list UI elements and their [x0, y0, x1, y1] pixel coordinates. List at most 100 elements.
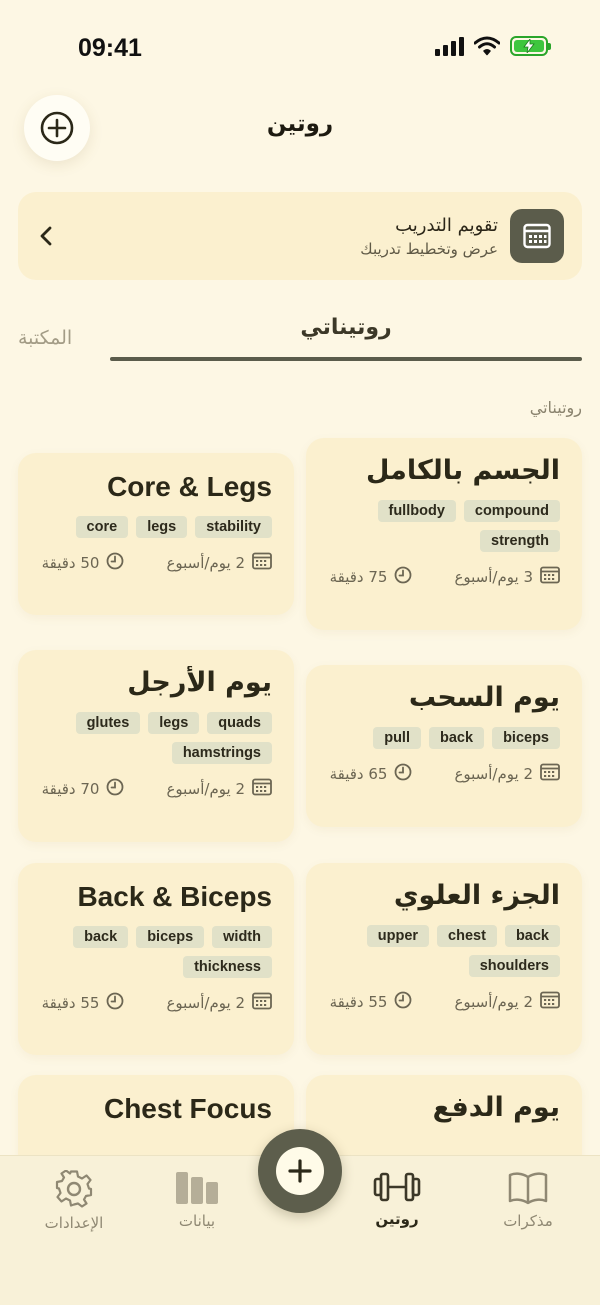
duration-text: 65 دقيقة — [329, 764, 388, 783]
routine-tag: strength — [480, 529, 560, 552]
calendar-icon — [252, 992, 272, 1014]
chevron-left-icon — [34, 226, 58, 246]
tab-my-routines[interactable]: روتيناتي — [110, 315, 582, 340]
plus-icon — [288, 1159, 312, 1183]
routine-meta: 2 يوم/أسبوع 70 دقيقة — [40, 778, 272, 800]
tag-list: width biceps back thickness — [40, 926, 272, 978]
routine-meta: 2 يوم/أسبوع 50 دقيقة — [40, 552, 272, 574]
frequency-text: 3 يوم/أسبوع — [454, 567, 533, 586]
cellular-signal-icon — [435, 36, 464, 56]
active-tab-indicator — [110, 357, 582, 361]
section-label: روتيناتي — [529, 398, 582, 417]
routine-tag: biceps — [492, 726, 560, 749]
frequency: 2 يوم/أسبوع — [454, 991, 560, 1013]
routine-tag: back — [504, 924, 560, 947]
wifi-icon — [474, 36, 500, 56]
routine-tag: legs — [148, 711, 200, 734]
routine-tag: fullbody — [377, 499, 456, 522]
duration-text: 55 دقيقة — [41, 994, 100, 1012]
clock-icon — [106, 992, 124, 1014]
nav-label-stats: بيانات — [178, 1212, 216, 1230]
clock-icon — [394, 566, 412, 588]
routine-tag: glutes — [75, 711, 141, 734]
clock-icon — [394, 991, 412, 1013]
bar-chart-icon — [176, 1172, 218, 1204]
frequency-text: 2 يوم/أسبوع — [166, 779, 245, 798]
frequency: 2 يوم/أسبوع — [166, 778, 272, 800]
routine-tag: shoulders — [468, 954, 560, 977]
routine-card[interactable]: Back & Biceps width biceps back thickness 2 ي… — [18, 863, 294, 1055]
battery-icon — [510, 36, 551, 56]
tag-list: quads legs glutes hamstrings — [40, 711, 272, 764]
nav-label-routine: روتين — [375, 1210, 419, 1228]
routine-meta: 3 يوم/أسبوع 75 دقيقة — [328, 566, 560, 588]
floating-add-button[interactable] — [258, 1129, 342, 1213]
nav-item-stats[interactable]: بيانات — [142, 1170, 252, 1230]
tag-list: stability legs core — [40, 516, 272, 538]
page-title: روتين — [266, 111, 334, 137]
frequency: 2 يوم/أسبوع — [166, 552, 272, 574]
routine-title: يوم الدفع — [432, 1092, 560, 1123]
duration: 55 دقيقة — [330, 991, 413, 1013]
nav-item-notes[interactable]: مذكرات — [473, 1170, 583, 1230]
frequency: 2 يوم/أسبوع — [454, 763, 560, 785]
routine-card[interactable]: Core & Legs stability legs core 2 يوم/أسبوع 5… — [18, 453, 294, 615]
calendar-title: تقويم التدريب — [395, 214, 498, 236]
routine-tag: back — [429, 726, 485, 749]
routine-title: يوم السحب — [408, 682, 560, 713]
routine-tag: core — [75, 516, 129, 538]
routine-card[interactable]: الجسم بالكامل compound fullbody strength 3 ي… — [306, 438, 582, 630]
tab-library[interactable]: المكتبة — [18, 327, 72, 349]
routine-title: Core & Legs — [107, 471, 272, 502]
calendar-text: تقويم التدريب عرض وتخطيط تدريبك — [58, 215, 498, 258]
tag-list: back chest upper shoulders — [328, 924, 560, 977]
routine-tag: width — [212, 926, 272, 948]
routine-card[interactable]: يوم الأرجل quads legs glutes hamstrings 2 يوم… — [18, 650, 294, 842]
nav-label-settings: الإعدادات — [44, 1214, 104, 1232]
routine-meta: 2 يوم/أسبوع 55 دقيقة — [328, 991, 560, 1013]
fab-inner — [276, 1147, 324, 1195]
routine-title: الجزء العلوي — [393, 880, 560, 911]
calendar-icon — [540, 763, 560, 785]
routine-tag: legs — [136, 516, 188, 538]
routine-title: Back & Biceps — [77, 881, 272, 912]
book-open-icon — [508, 1172, 548, 1205]
tag-list: compound fullbody strength — [328, 499, 560, 552]
status-bar: 09:41 — [0, 0, 600, 95]
calendar-icon — [540, 566, 560, 588]
calendar-icon — [540, 991, 560, 1013]
tabs: المكتبة روتيناتي — [0, 305, 600, 365]
routine-tag: pull — [373, 726, 421, 749]
duration: 65 دقيقة — [330, 763, 413, 785]
nav-item-settings[interactable]: الإعدادات — [19, 1170, 129, 1232]
routine-tag: biceps — [136, 926, 205, 948]
calendar-subtitle: عرض وتخطيط تدريبك — [360, 239, 498, 258]
duration: 75 دقيقة — [330, 566, 413, 588]
calendar-icon — [252, 778, 272, 800]
duration-text: 70 دقيقة — [41, 779, 100, 798]
routine-title: يوم الأرجل — [127, 667, 272, 698]
dumbbell-icon — [373, 1172, 421, 1202]
frequency: 2 يوم/أسبوع — [166, 992, 272, 1014]
training-calendar-card[interactable]: تقويم التدريب عرض وتخطيط تدريبك — [18, 192, 582, 280]
status-icons — [435, 36, 551, 56]
clock-icon — [106, 552, 124, 574]
nav-item-routine[interactable]: روتين — [342, 1170, 452, 1228]
routine-meta: 2 يوم/أسبوع 65 دقيقة — [328, 763, 560, 785]
routine-title: Chest Focus — [103, 1093, 272, 1124]
routine-tag: thickness — [183, 956, 272, 978]
status-time: 09:41 — [78, 34, 142, 62]
routine-card[interactable]: الجزء العلوي back chest upper shoulders 2 يوم… — [306, 863, 582, 1055]
frequency-text: 2 يوم/أسبوع — [166, 994, 245, 1012]
routine-title: الجسم بالكامل — [366, 455, 560, 486]
routine-tag: back — [73, 926, 129, 948]
clock-icon — [394, 763, 412, 785]
header: روتين — [0, 95, 600, 165]
routine-tag: chest — [437, 924, 497, 947]
routine-tag: quads — [207, 711, 272, 734]
calendar-icon — [523, 223, 551, 249]
duration: 50 دقيقة — [42, 552, 125, 574]
frequency-text: 2 يوم/أسبوع — [454, 992, 533, 1011]
calendar-icon — [252, 552, 272, 574]
routine-card[interactable]: يوم السحب biceps back pull 2 يوم/أسبوع 65 دقي… — [306, 665, 582, 827]
